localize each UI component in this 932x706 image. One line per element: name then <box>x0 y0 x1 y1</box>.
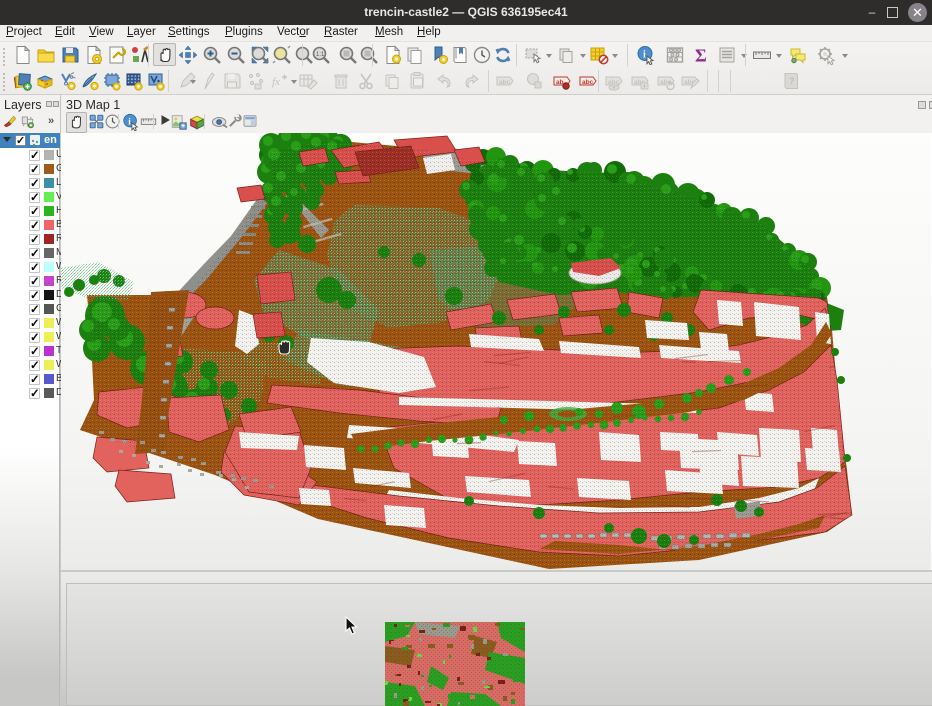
svg-text:i: i <box>643 50 646 61</box>
svg-text:?: ? <box>789 76 795 86</box>
svg-text:fx: fx <box>272 76 280 88</box>
svg-text:Σ: Σ <box>695 46 707 66</box>
svg-text:1:1: 1:1 <box>316 52 325 58</box>
svg-text:abc: abc <box>582 79 594 86</box>
svg-text:abc: abc <box>499 79 511 86</box>
